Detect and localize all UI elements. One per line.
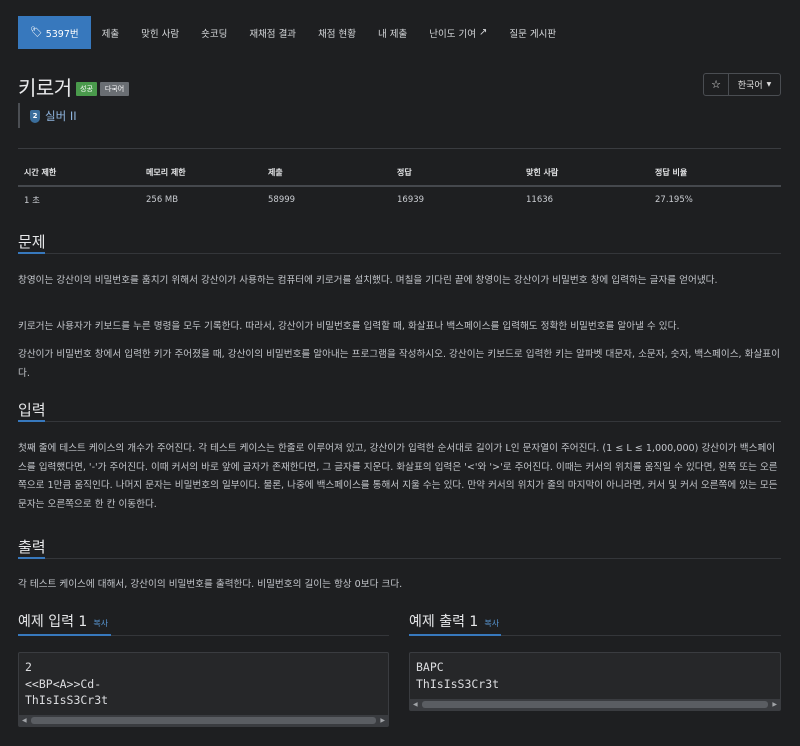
tab-rejudge[interactable]: 재채점 결과 <box>238 16 307 49</box>
external-link-icon: ↗ <box>479 27 488 38</box>
copy-output-button[interactable]: 복사 <box>484 618 499 629</box>
tab-solvers[interactable]: 맞힌 사람 <box>130 16 190 49</box>
col-header: 정답 <box>391 160 520 187</box>
tab-submit[interactable]: 제출 <box>91 16 130 49</box>
status-badge: 성공 <box>76 82 97 96</box>
tab-difficulty[interactable]: 난이도 기여 ↗ <box>418 16 498 49</box>
scroll-right-icon[interactable]: ▶ <box>380 717 385 724</box>
table-cell: 11636 <box>526 194 554 205</box>
sample-output-label: 예제 출력 1 <box>409 614 479 630</box>
sample-output-box[interactable]: BAPC ThIsIsS3Cr3t ◀ ▶ <box>409 652 781 711</box>
table-cell: 16939 <box>397 194 425 205</box>
sample-input-title: 예제 입력 1 복사 <box>18 611 108 631</box>
output-section-title: 출력 <box>18 538 46 556</box>
language-label: 한국어 <box>737 81 763 91</box>
output-description: 각 테스트 케이스에 대해서, 강산이의 비밀번호를 출력한다. 비밀번호의 길… <box>18 579 403 590</box>
problem-description: 강산이가 비밀번호 창에서 입력한 키가 주어졌을 때, 강산이의 비밀번호를 … <box>18 349 780 379</box>
problem-description: 키로거는 사용자가 키보드를 누른 명령을 모두 기록한다. 따라서, 강산이가… <box>18 321 680 332</box>
section-underline <box>409 634 501 636</box>
section-underline <box>18 634 111 636</box>
scroll-left-icon[interactable]: ◀ <box>22 717 27 724</box>
scrollbar-thumb[interactable] <box>422 701 768 708</box>
tab-label: 맞힌 사람 <box>141 28 180 40</box>
tab-label: 숏코딩 <box>201 28 228 40</box>
sample-input-box[interactable]: 2 <<BP<A>>Cd- ThIsIsS3Cr3t ◀ ▶ <box>18 652 389 727</box>
tab-label: 재채점 결과 <box>249 28 297 40</box>
scrollbar-thumb[interactable] <box>31 717 376 724</box>
tab-label: 질문 게시판 <box>509 28 557 40</box>
scroll-left-icon[interactable]: ◀ <box>413 701 418 708</box>
section-underline <box>18 420 45 422</box>
star-icon: ☆ <box>711 78 721 91</box>
table-row: 1 초 256 MB 58999 16939 11636 27.195% <box>18 186 781 212</box>
table-header-row: 시간 제한 메모리 제한 제출 정답 맞힌 사람 정답 비율 <box>18 160 781 187</box>
sample-output-code: BAPC ThIsIsS3Cr3t <box>416 660 500 691</box>
star-button[interactable]: ☆ <box>703 73 729 96</box>
col-header: 메모리 제한 <box>140 160 262 187</box>
problem-stats-table: 시간 제한 메모리 제한 제출 정답 맞힌 사람 정답 비율 1 초 256 M… <box>18 160 781 212</box>
language-badge: 다국어 <box>100 82 129 96</box>
page-title: 키로거 <box>18 76 72 100</box>
header-divider <box>18 148 781 149</box>
col-header: 제출 <box>262 160 391 187</box>
col-header: 맞힌 사람 <box>520 160 649 187</box>
input-section-title: 입력 <box>18 401 46 419</box>
sample-input-code: 2 <<BP<A>>Cd- ThIsIsS3Cr3t <box>25 660 109 707</box>
tab-label: 내 제출 <box>378 28 408 40</box>
table-cell: 27.195% <box>655 194 693 205</box>
section-divider <box>18 558 781 559</box>
sample-output-title: 예제 출력 1 복사 <box>409 611 499 631</box>
tab-label: 5397번 <box>45 28 79 40</box>
scroll-right-icon[interactable]: ▶ <box>772 701 777 708</box>
tab-status[interactable]: 채점 현황 <box>307 16 367 49</box>
tab-label: 제출 <box>101 28 120 40</box>
language-select[interactable]: 한국어 ▼ <box>728 73 781 96</box>
tier-label: 실버 II <box>45 109 77 123</box>
copy-input-button[interactable]: 복사 <box>93 618 108 629</box>
tier-shield-icon: 2 <box>30 109 40 123</box>
section-underline <box>18 557 45 559</box>
tab-label: 난이도 기여 <box>429 28 477 40</box>
tab-label: 채점 현황 <box>318 28 357 40</box>
table-cell: 58999 <box>268 194 296 205</box>
col-header: 시간 제한 <box>18 160 140 187</box>
tier-divider <box>18 103 20 128</box>
problem-description: 창영이는 강산이의 비밀번호를 훔치기 위해서 강산이가 사용하는 컴퓨터에 키… <box>18 275 718 286</box>
section-divider <box>18 421 781 422</box>
sample-input-label: 예제 입력 1 <box>18 614 88 630</box>
horizontal-scrollbar[interactable]: ◀ ▶ <box>410 699 780 710</box>
input-description: 첫째 줄에 테스트 케이스의 개수가 주어진다. 각 테스트 케이스는 한줄로 … <box>18 443 778 510</box>
col-header: 정답 비율 <box>649 160 781 187</box>
chevron-down-icon: ▼ <box>766 81 772 88</box>
tier-link[interactable]: 2 실버 II <box>30 108 77 124</box>
tab-board[interactable]: 질문 게시판 <box>498 16 567 49</box>
section-divider <box>18 253 781 254</box>
tab-short-coding[interactable]: 숏코딩 <box>190 16 238 49</box>
horizontal-scrollbar[interactable]: ◀ ▶ <box>19 715 388 726</box>
problem-nav: 🏷 5397번 제출 맞힌 사람 숏코딩 재채점 결과 채점 현황 내 제출 난… <box>18 16 567 49</box>
table-cell: 256 MB <box>146 194 179 205</box>
table-cell: 1 초 <box>24 195 40 206</box>
section-underline <box>18 252 45 254</box>
tab-problem[interactable]: 🏷 5397번 <box>18 16 91 49</box>
problem-section-title: 문제 <box>18 233 46 251</box>
tag-icon: 🏷 <box>30 27 43 38</box>
tab-my-submissions[interactable]: 내 제출 <box>367 16 418 49</box>
